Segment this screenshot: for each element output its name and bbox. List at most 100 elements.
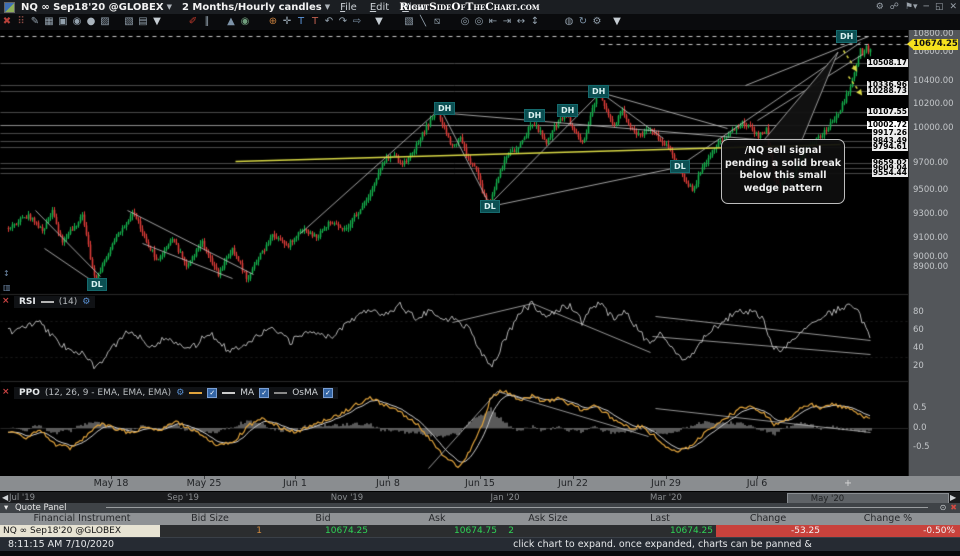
date-axis[interactable]: May 18 May 25 Jun 1 Jun 8 Jun 15 Jun 22 Jun 29…	[0, 476, 960, 491]
column-header-change[interactable]: Change	[750, 513, 786, 525]
toolbar-pointer-tool-icon[interactable]: ✎	[28, 14, 42, 30]
toolbar-settings-dropdown-icon[interactable]: ▼	[610, 14, 624, 30]
footer-strip	[0, 551, 960, 556]
ppo-checkbox[interactable]: ✓	[207, 388, 218, 398]
toolbar-forward-icon[interactable]: ⇨	[350, 14, 364, 30]
toolbar-refresh-icon[interactable]: ↻	[576, 14, 590, 30]
indicator-tool-icon[interactable]: ▥	[3, 284, 11, 292]
timeframe-dropdown-icon[interactable]: ▼	[325, 3, 330, 11]
toolbar-layout-icon[interactable]: ▤	[136, 14, 150, 30]
toolbar-settings-wrench-icon[interactable]: ⚙	[590, 14, 604, 30]
toolbar-cursor-tool-icon[interactable]: ✛	[280, 14, 294, 30]
toolbar-globe-2-icon[interactable]: ◍	[562, 14, 576, 30]
toolbar-image-icon[interactable]: ▨	[98, 14, 112, 30]
ppo-label: PPO	[19, 388, 40, 398]
trading-app-window: NQ ∞ Sep18'20 @GLOBEX ▼ 2 Months/Hourly …	[0, 0, 960, 556]
instrument-cell[interactable]: NQ ∞ Sep18'20 @GLOBEX	[0, 525, 160, 537]
column-header-bid[interactable]: Bid	[315, 513, 330, 525]
pin-icon[interactable]: ⚑▾	[905, 2, 918, 12]
toolbar-text-note-icon[interactable]: T	[308, 14, 322, 30]
toolbar-layout-dropdown-icon[interactable]: ▼	[150, 14, 164, 30]
ppo-axis-label: -0.5	[913, 442, 930, 452]
toolbar-trendline-tool-icon[interactable]: ╲	[416, 14, 430, 30]
annotation-line: below this small	[739, 170, 827, 181]
quote-cell: 10674.25	[325, 526, 368, 536]
quote-panel-column-headers: Financial Instrument Bid Size Bid Ask Ask Si…	[0, 513, 960, 525]
osma-checkbox[interactable]: ✓	[322, 388, 333, 398]
toolbar-crosshair-icon[interactable]: ⊕	[266, 14, 280, 30]
toolbar-zoom-in-icon[interactable]: ◎	[458, 14, 472, 30]
symbol-dropdown-icon[interactable]: ▼	[167, 3, 172, 11]
maximize-icon[interactable]: ◱	[935, 2, 944, 12]
toolbar-zoom-out-icon[interactable]: ◎	[472, 14, 486, 30]
app-icon	[4, 1, 15, 13]
scroll-left-icon[interactable]: ◀	[2, 493, 8, 503]
ma-checkbox[interactable]: ✓	[259, 388, 270, 398]
annotation-line: pending a solid break	[724, 157, 842, 169]
price-axis-label: 9500.00	[913, 185, 949, 195]
dh-tag: DH	[524, 109, 546, 122]
scrollbar-thumb-label: May '20	[810, 493, 845, 504]
toolbar-scale-vertical-icon[interactable]: ↕	[528, 14, 542, 30]
osma-label: OsMA	[292, 388, 318, 398]
toolbar-print-icon[interactable]: ▣	[56, 14, 70, 30]
toolbar-tools-dropdown-icon[interactable]: ▼	[372, 14, 386, 30]
column-header-bid-size[interactable]: Bid Size	[191, 513, 229, 525]
quote-close-icon[interactable]: ✖	[950, 503, 957, 513]
toolbar-eraser-icon[interactable]: ▧	[402, 14, 416, 30]
toolbar-text-tool-icon[interactable]: T	[294, 14, 308, 30]
toolbar-grid-icon[interactable]: ▦	[42, 14, 56, 30]
date-tick	[295, 476, 296, 479]
ppo-close-icon[interactable]: ×	[2, 387, 10, 397]
close-icon[interactable]: ✕	[949, 2, 957, 12]
toolbar-globe-icon[interactable]: ◉	[238, 14, 252, 30]
menu-file[interactable]: File	[340, 2, 357, 13]
gear-icon[interactable]: ⚙	[876, 2, 884, 12]
link-icon[interactable]: ☍	[890, 2, 899, 12]
ppo-settings-icon[interactable]: ⚙	[176, 388, 184, 398]
toolbar-record-icon[interactable]: ●	[84, 14, 98, 30]
toolbar-volume-bars-icon[interactable]: ∥	[200, 14, 214, 30]
column-header-ask-size[interactable]: Ask Size	[528, 513, 567, 525]
price-level-label: 10508.17	[866, 58, 908, 67]
timeframe-selector[interactable]: 2 Months/Hourly candles	[182, 2, 322, 13]
toolbar-area-chart-icon[interactable]: ▲	[224, 14, 238, 30]
drag-icon[interactable]: ⊙	[940, 503, 947, 513]
toolbar-redo-icon[interactable]: ↷	[336, 14, 350, 30]
chart-canvas[interactable]	[0, 0, 960, 556]
date-label: Jun 22	[558, 478, 588, 489]
toolbar-close-icon[interactable]: ✖	[0, 14, 14, 30]
column-header-last[interactable]: Last	[650, 513, 670, 525]
date-label: Jun 15	[465, 478, 495, 489]
toolbar-scale-left-icon[interactable]: ⇤	[486, 14, 500, 30]
date-tick	[573, 476, 574, 479]
symbol-selector[interactable]: NQ ∞ Sep18'20 @GLOBEX	[21, 2, 164, 13]
column-header-ask[interactable]: Ask	[429, 513, 446, 525]
scroll-right-icon[interactable]: ▶	[950, 493, 956, 503]
rsi-settings-icon[interactable]: ⚙	[82, 297, 90, 307]
toolbar-scale-horizontal-icon[interactable]: ↔	[514, 14, 528, 30]
toolbar-undo-icon[interactable]: ↶	[322, 14, 336, 30]
title-bar: NQ ∞ Sep18'20 @GLOBEX ▼ 2 Months/Hourly …	[0, 0, 960, 14]
toolbar-image-2-icon[interactable]: ▧	[122, 14, 136, 30]
quote-panel-row[interactable]: NQ ∞ Sep18'20 @GLOBEX 1 10674.25 10674.75 2…	[0, 525, 960, 537]
price-axis-label: 9100.00	[913, 233, 949, 243]
price-axis-label: 10200.00	[913, 99, 954, 109]
column-header-financial-instrument[interactable]: Financial Instrument	[34, 513, 131, 525]
price-axis-label: 10400.00	[913, 76, 954, 86]
annotation-line: wedge pattern	[743, 182, 823, 194]
rsi-close-icon[interactable]: ×	[2, 296, 10, 306]
minimize-icon[interactable]: ─	[924, 2, 929, 12]
toolbar-dock-grid-icon[interactable]: ⠿	[14, 14, 28, 30]
window-controls: ⚙ ☍ ⚑▾ ─ ◱ ✕	[876, 0, 957, 14]
annotation-note[interactable]: /NQ sell signal pending a solid break belo…	[721, 139, 845, 204]
quote-panel-collapse-icon[interactable]: ▾	[4, 503, 8, 513]
column-header-change-[interactable]: Change %	[864, 513, 912, 525]
toolbar-multi-trendline-icon[interactable]: ⧅	[430, 14, 444, 30]
pan-tool-icon[interactable]: ↕	[3, 270, 10, 278]
ppo-header: PPO (12, 26, 9 - EMA, EMA, EMA) ⚙ ✓ MA ✓…	[14, 387, 338, 399]
toolbar-snapshot-icon[interactable]: ◉	[70, 14, 84, 30]
toolbar-scale-right-icon[interactable]: ⇥	[500, 14, 514, 30]
toolbar-marker-tool-icon[interactable]: ✐	[186, 14, 200, 30]
quote-cell: 10674.25	[670, 526, 713, 536]
